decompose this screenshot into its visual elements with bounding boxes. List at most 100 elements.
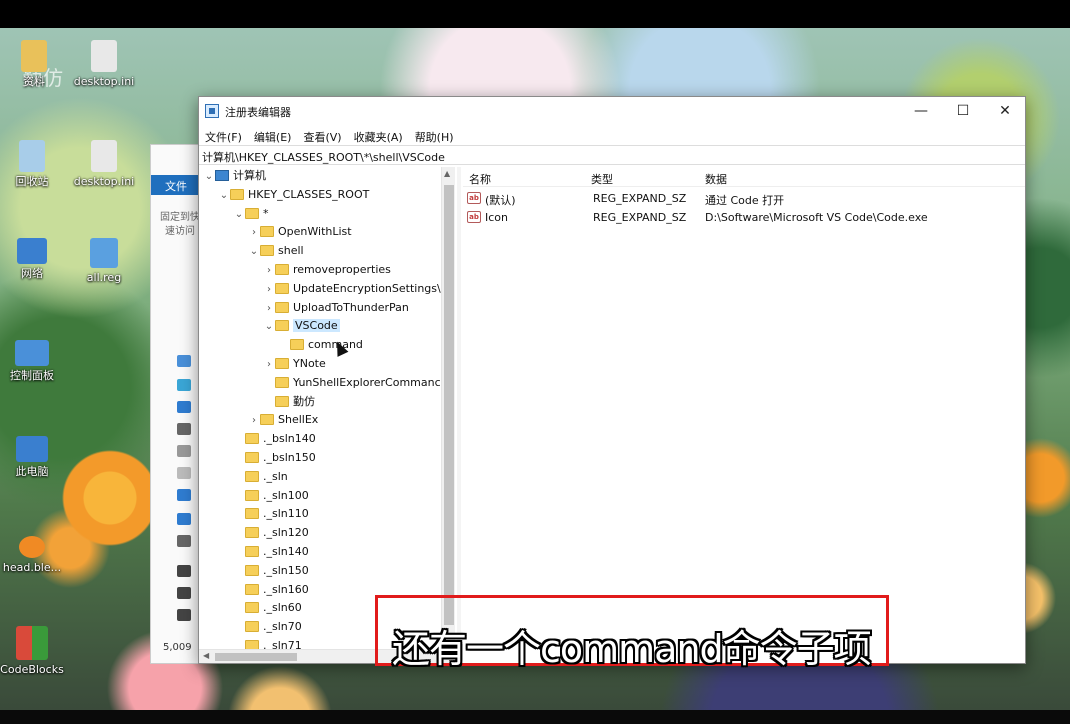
nav-drive-icon[interactable]	[177, 609, 191, 621]
value-row[interactable]: ab Icon REG_EXPAND_SZ D:\Software\Micros…	[463, 208, 1025, 227]
tree-node[interactable]: ⌄ shell	[248, 242, 304, 261]
menu-file[interactable]: 文件(F)	[199, 125, 248, 145]
folder-icon	[275, 376, 289, 388]
nav-file-icon[interactable]	[177, 467, 191, 479]
minimize-button[interactable]: —	[899, 97, 943, 125]
nav-documents-icon[interactable]	[177, 423, 191, 435]
menu-view[interactable]: 查看(V)	[297, 125, 347, 145]
chevron-right-icon[interactable]: ›	[248, 224, 260, 242]
folder-icon	[290, 339, 304, 351]
nav-pictures-icon[interactable]	[177, 445, 191, 457]
chevron-right-icon[interactable]: ›	[263, 262, 275, 280]
tree-node[interactable]: › OpenWithList	[248, 223, 352, 242]
desktop-icon-desktop-ini[interactable]: desktop.ini	[64, 40, 144, 88]
desktop-icon-control-panel[interactable]: 控制面板	[0, 340, 72, 382]
desktop-icon-codeblocks[interactable]: CodeBlocks	[0, 626, 72, 676]
tree-node[interactable]: ._sln60	[233, 599, 302, 618]
folder-icon	[245, 527, 259, 539]
tree-node[interactable]: › UploadToThunderPan	[263, 299, 409, 318]
scroll-left-arrow-icon[interactable]: ◀	[203, 651, 209, 660]
tree-node[interactable]: › ShellEx	[248, 411, 318, 430]
values-list[interactable]: 名称 类型 数据 ab (默认) REG_EXPAND_SZ 通过 Code 打…	[463, 167, 1025, 663]
column-header-data[interactable]: 数据	[705, 171, 727, 187]
address-bar[interactable]: 计算机\HKEY_CLASSES_ROOT\*\shell\VSCode	[199, 145, 1025, 165]
folder-icon	[245, 470, 259, 482]
tree-node[interactable]: ._bsln140	[233, 430, 316, 449]
tree-node[interactable]: › YNote	[263, 355, 326, 374]
chevron-right-icon[interactable]: ›	[248, 412, 260, 430]
tree-node[interactable]: ._sln140	[233, 543, 309, 562]
desktop-icon-blender-file[interactable]: head.ble...	[0, 536, 72, 574]
nav-downloads-icon[interactable]	[177, 401, 191, 413]
folder-icon	[245, 564, 259, 576]
desktop-icon-label: 网络	[21, 267, 43, 280]
chevron-down-icon[interactable]: ⌄	[233, 206, 245, 224]
nav-drive-icon[interactable]	[177, 587, 191, 599]
chevron-down-icon[interactable]: ⌄	[263, 318, 275, 336]
menu-bar: 文件(F) 编辑(E) 查看(V) 收藏夹(A) 帮助(H)	[199, 125, 1025, 145]
chevron-down-icon[interactable]: ⌄	[203, 168, 215, 186]
chevron-down-icon[interactable]: ⌄	[218, 187, 230, 205]
key-tree[interactable]: ⌄ 计算机 ⌄ HKEY_CLASSES_ROOT ⌄ * › OpenWithList ⌄ sh…	[199, 167, 455, 649]
tree-node[interactable]: ._sln160	[233, 581, 309, 600]
pane-splitter[interactable]	[457, 167, 461, 663]
tree-node[interactable]: ._sln70	[233, 618, 302, 637]
tree-node[interactable]: YunShellExplorerCommanc	[263, 374, 441, 393]
chevron-right-icon[interactable]: ›	[263, 281, 275, 299]
tree-node-selected[interactable]: ⌄ VSCode	[263, 317, 340, 336]
item-count: 5,009	[163, 642, 192, 653]
scroll-up-arrow-icon[interactable]: ▲	[444, 169, 450, 178]
menu-favorites[interactable]: 收藏夹(A)	[348, 125, 409, 145]
tree-node[interactable]: ._sln150	[233, 562, 309, 581]
column-header-type[interactable]: 类型	[591, 171, 613, 187]
desktop-icon-folder[interactable]: 资料	[0, 40, 74, 88]
chevron-right-icon[interactable]: ›	[263, 300, 275, 318]
nav-pc-icon[interactable]	[177, 355, 191, 367]
chevron-down-icon[interactable]: ⌄	[248, 243, 260, 261]
folder-icon	[275, 282, 289, 294]
nav-drive-icon[interactable]	[177, 535, 191, 547]
desktop-icon-recycle-bin[interactable]: 回收站	[0, 140, 72, 188]
title-bar[interactable]: 注册表编辑器 — ☐ ✕	[199, 97, 1025, 125]
tree-node-label: ._bsln150	[263, 451, 316, 464]
tree-node[interactable]: ._sln71	[233, 637, 302, 649]
desktop-icon-this-pc[interactable]: 此电脑	[0, 436, 72, 478]
folder-icon	[245, 452, 259, 463]
folder-icon	[245, 583, 259, 595]
tree-node[interactable]: ._sln	[233, 468, 288, 487]
chevron-right-icon[interactable]: ›	[263, 356, 275, 374]
tree-node[interactable]: ._sln110	[233, 505, 309, 524]
menu-help[interactable]: 帮助(H)	[409, 125, 460, 145]
tree-node[interactable]: › UpdateEncryptionSettings\	[263, 280, 441, 299]
desktop-icon-network[interactable]: 网络	[0, 238, 72, 280]
tree-node[interactable]: ._sln120	[233, 524, 309, 543]
desktop-icon-all-reg[interactable]: all.reg	[64, 238, 144, 284]
tree-node[interactable]: ._bsln150	[233, 449, 316, 468]
tree-node-label: shell	[278, 244, 304, 258]
tree-node[interactable]: › removeproperties	[263, 261, 391, 280]
scroll-thumb[interactable]	[215, 653, 297, 661]
tree-node[interactable]: ._sln100	[233, 487, 309, 506]
scroll-thumb[interactable]	[444, 185, 454, 625]
tree-vertical-scrollbar[interactable]: ▲	[441, 167, 455, 649]
tree-node-label: YunShellExplorerCommanc	[293, 375, 441, 389]
pin-to-quick-access[interactable]: 固定到快速访问	[157, 211, 203, 239]
close-button[interactable]: ✕	[983, 97, 1027, 125]
tree-node[interactable]: ⌄ *	[233, 205, 269, 224]
registry-editor-window[interactable]: 注册表编辑器 — ☐ ✕ 文件(F) 编辑(E) 查看(V) 收藏夹(A) 帮助(H) …	[198, 96, 1026, 664]
nav-drive-icon[interactable]	[177, 565, 191, 577]
tree-node[interactable]: 勤仿	[263, 393, 315, 412]
column-header-name[interactable]: 名称	[469, 171, 491, 187]
tree-node[interactable]: command	[278, 336, 363, 355]
maximize-button[interactable]: ☐	[941, 97, 985, 125]
nav-desktop-icon[interactable]	[177, 513, 191, 525]
tree-node[interactable]: ⌄ HKEY_CLASSES_ROOT	[218, 186, 370, 205]
desktop-icon-label: 控制面板	[10, 369, 54, 382]
tree-node[interactable]: ⌄ 计算机	[203, 167, 266, 186]
value-row[interactable]: ab (默认) REG_EXPAND_SZ 通过 Code 打开	[463, 189, 1025, 208]
menu-edit[interactable]: 编辑(E)	[248, 125, 298, 145]
desktop-icon-desktop-ini-2[interactable]: desktop.ini	[64, 140, 144, 188]
tree-node-label: 计算机	[233, 169, 266, 182]
nav-3d-objects-icon[interactable]	[177, 379, 191, 391]
nav-music-icon[interactable]	[177, 489, 191, 501]
